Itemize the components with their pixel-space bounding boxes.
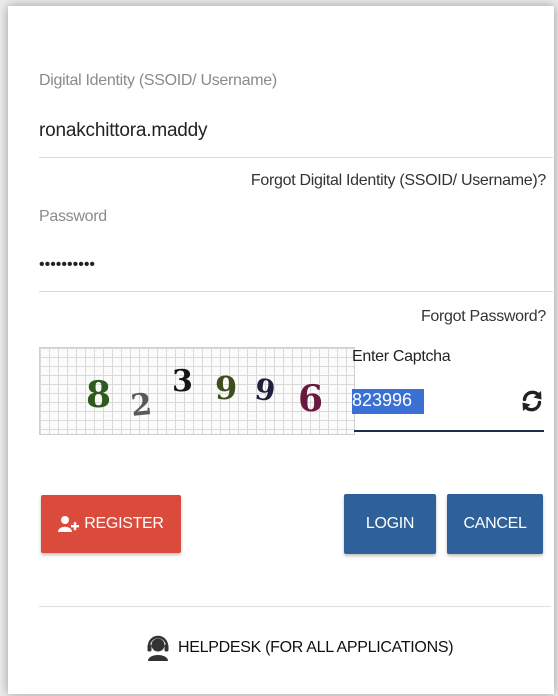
add-user-icon [58, 516, 80, 532]
captcha-digit: 9 [215, 369, 238, 407]
login-label: LOGIN [365, 515, 415, 532]
username-underline [39, 157, 553, 158]
captcha-digit: 8 [86, 374, 112, 416]
cancel-button[interactable]: CANCEL [447, 494, 543, 554]
forgot-username-link[interactable]: Forgot Digital Identity (SSOID/ Username… [251, 172, 546, 190]
captcha-input[interactable] [352, 387, 522, 413]
refresh-icon[interactable] [520, 389, 544, 413]
forgot-password-link[interactable]: Forgot Password? [421, 308, 546, 326]
password-underline [39, 291, 553, 292]
login-button[interactable]: LOGIN [344, 494, 436, 554]
cancel-label: CANCEL [463, 515, 527, 532]
captcha-image: 8 2 3 9 9 6 [39, 347, 355, 435]
register-button[interactable]: REGISTER [41, 495, 181, 553]
helpdesk-label: HELPDESK (FOR ALL APPLICATIONS) [178, 639, 454, 656]
captcha-underline [354, 430, 544, 432]
helpdesk-link[interactable]: HELPDESK (FOR ALL APPLICATIONS) [146, 633, 454, 663]
captcha-digit: 3 [172, 364, 193, 399]
headset-icon [147, 635, 169, 661]
username-input[interactable]: ronakchittora.maddy [39, 120, 208, 142]
password-input[interactable]: •••••••••• [39, 256, 95, 274]
divider [39, 606, 551, 607]
username-label: Digital Identity (SSOID/ Username) [39, 72, 277, 89]
login-card: Digital Identity (SSOID/ Username) ronak… [8, 6, 554, 694]
register-label: REGISTER [84, 515, 164, 532]
captcha-digit: 9 [252, 371, 278, 409]
password-label: Password [39, 208, 107, 225]
captcha-digit: 2 [129, 387, 154, 424]
captcha-digit: 6 [298, 378, 324, 420]
captcha-label: Enter Captcha [352, 348, 451, 365]
